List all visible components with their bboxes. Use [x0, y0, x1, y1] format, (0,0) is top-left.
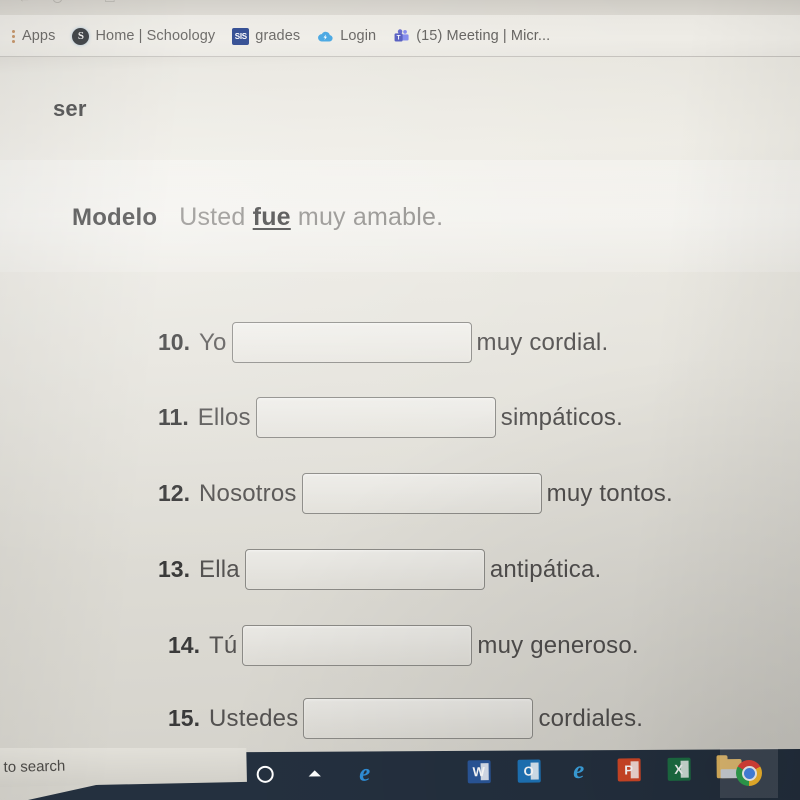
taskbar-search-box[interactable]: to search: [0, 748, 247, 787]
question-number: 14.: [168, 632, 200, 658]
question-number: 12.: [158, 480, 190, 506]
answer-blank-12[interactable]: [301, 473, 542, 514]
powerpoint-icon[interactable]: P: [615, 756, 641, 782]
question-number: 13.: [158, 556, 190, 582]
cortana-icon[interactable]: [252, 761, 278, 787]
question-subject: Nosotros: [198, 479, 297, 507]
question-rest: antipática.: [489, 555, 602, 583]
question-rest: muy cordial.: [476, 328, 609, 356]
browser-toolbar-sliver: ← ⭯ ☐: [0, 0, 800, 15]
modelo-prefix: Usted: [179, 203, 253, 231]
chrome-taskbar-button[interactable]: [720, 748, 778, 798]
excel-icon[interactable]: X: [665, 756, 691, 782]
modelo-suffix: muy amable.: [290, 203, 444, 231]
question-rest: cordiales.: [538, 704, 644, 732]
answer-blank-11[interactable]: [255, 397, 496, 438]
schoology-icon: S: [72, 27, 90, 45]
bookmark-login[interactable]: Login: [312, 25, 381, 48]
bookmark-login-label: Login: [340, 28, 377, 44]
microsoft-teams-icon: T: [393, 28, 410, 45]
microsoft-edge-icon[interactable]: e: [352, 759, 378, 786]
question-subject: Tú: [208, 631, 238, 659]
question-number: 15.: [168, 705, 200, 731]
bookmark-grades-label: grades: [255, 28, 301, 44]
question-subject: Ella: [198, 555, 240, 583]
question-rest: simpáticos.: [500, 403, 623, 431]
question-rest: muy generoso.: [477, 631, 639, 659]
question-row-15: 15. Ustedes cordiales.: [168, 698, 643, 739]
task-view-icon[interactable]: ⏶: [302, 760, 328, 786]
bookmark-apps-label: Apps: [22, 28, 56, 44]
word-icon[interactable]: W: [466, 758, 492, 784]
cloud-icon: [317, 28, 334, 45]
taskbar-search-text: to search: [3, 757, 66, 776]
question-row-13: 13. Ella antipática.: [158, 549, 601, 590]
window-icon: ☐: [104, 0, 116, 5]
bookmark-teams-meeting[interactable]: T (15) Meeting | Micr...: [388, 25, 555, 48]
bookmark-home-schoology-label: Home | Schoology: [95, 28, 216, 44]
question-row-14: 14. Tú muy generoso.: [168, 625, 639, 666]
modelo-sentence: Usted fue muy amable.: [179, 203, 443, 232]
back-arrow-icon: ←: [18, 0, 31, 5]
taskbar-icon-strip: ⏶ e W O e P X: [251, 748, 742, 800]
answer-blank-10[interactable]: [231, 322, 472, 363]
bookmark-grades[interactable]: SIS grades: [227, 25, 305, 48]
bookmark-home-schoology[interactable]: S Home | Schoology: [67, 25, 220, 48]
svg-text:T: T: [397, 34, 401, 41]
bookmarks-bar-divider: [0, 56, 800, 57]
sis-icon: SIS: [232, 27, 250, 45]
question-row-12: 12. Nosotros muy tontos.: [158, 473, 673, 514]
question-rest: muy tontos.: [546, 479, 673, 507]
question-number: 11.: [158, 404, 189, 430]
question-subject: Yo: [198, 328, 227, 356]
reload-icon: ⭯: [52, 0, 63, 5]
windows-taskbar: to search ⏶ e W O e P X: [0, 748, 800, 800]
bookmark-apps[interactable]: Apps: [2, 25, 60, 47]
answer-blank-15[interactable]: [303, 698, 534, 739]
question-subject: Ustedes: [208, 704, 299, 732]
modelo-answer: fue: [252, 203, 291, 231]
verb-heading: ser: [53, 96, 87, 121]
photographed-screen: ← ⭯ ☐ Apps S Home | Schoology SIS grades…: [0, 0, 800, 800]
bookmarks-bar: Apps S Home | Schoology SIS grades Login: [0, 15, 800, 57]
modelo-label: Modelo: [72, 204, 158, 231]
question-subject: Ellos: [197, 403, 251, 431]
apps-grid-dots-icon: [12, 29, 15, 43]
answer-blank-14[interactable]: [242, 625, 473, 666]
taskbar-gap: [402, 759, 442, 785]
outlook-icon[interactable]: O: [516, 757, 542, 783]
modelo-row: Modelo Usted fue muy amable.: [72, 203, 443, 232]
answer-blank-13[interactable]: [244, 549, 485, 590]
chrome-icon: [736, 760, 762, 786]
question-row-10: 10. Yo muy cordial.: [158, 322, 608, 363]
question-number: 10.: [158, 329, 190, 355]
question-row-11: 11. Ellos simpáticos.: [158, 397, 623, 438]
internet-explorer-icon[interactable]: e: [566, 756, 592, 783]
bookmark-teams-meeting-label: (15) Meeting | Micr...: [416, 28, 551, 44]
